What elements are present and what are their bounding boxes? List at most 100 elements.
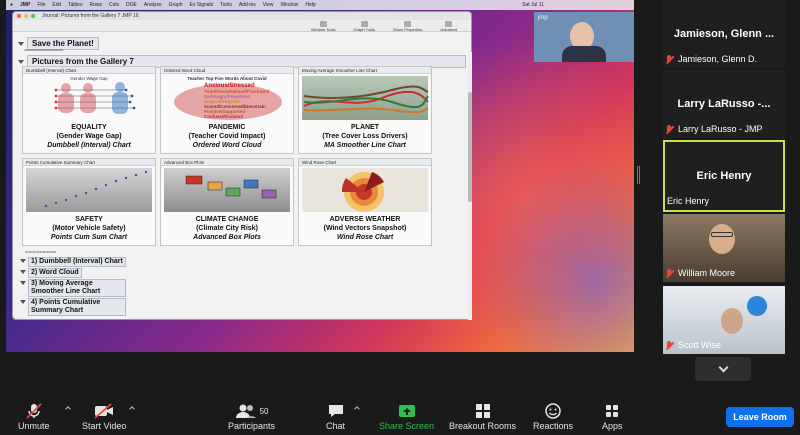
panel-caption: PLANET (Tree Cover Loss Drivers) MA Smoo…	[299, 123, 431, 150]
menu-item: DOE	[125, 2, 137, 8]
toolbar-label: Start Video	[82, 421, 127, 431]
participant-tile[interactable]: Jamieson, Glenn ... Jamieson, Glenn D.	[663, 0, 785, 68]
chat-icon	[327, 401, 345, 421]
wind-rose	[341, 172, 384, 212]
separator-text: =============	[24, 48, 64, 54]
participants-icon: 50	[235, 401, 269, 421]
chevron-up-icon[interactable]	[129, 406, 136, 412]
share-screen-button[interactable]: Share Screen	[379, 401, 434, 431]
toolbar-label: Apps	[602, 421, 623, 431]
presenter-logo: jmp	[538, 15, 548, 21]
toolbar-label: Participants	[228, 421, 276, 431]
menu-clock: Sat Jul 11	[522, 2, 544, 8]
muted-mic-icon	[665, 268, 674, 278]
participant-tile-active-speaker[interactable]: Eric Henry Eric Henry	[663, 140, 785, 212]
participant-name-large: Eric Henry	[696, 170, 752, 182]
show-more-tiles-button[interactable]	[695, 357, 751, 381]
panel-caption: ADVERSE WEATHER (Wind Vectors Snapshot) …	[299, 215, 431, 242]
muted-mic-icon	[665, 124, 674, 134]
menu-item: Edit	[52, 2, 61, 8]
caption-title: EQUALITY	[71, 124, 107, 131]
caption-subtitle: (Teacher Covid Impact)	[188, 133, 266, 140]
participant-tile[interactable]: Larry LaRusso -... Larry LaRusso - JMP	[663, 70, 785, 138]
meeting-toolbar: Unmute Start Video 50 Participants Chat	[0, 395, 800, 435]
outline-item-label: 4) Points Cumulative Summary Chart	[28, 298, 126, 316]
graph-tools: Graph Tools	[353, 21, 375, 32]
disclosure-icon	[20, 300, 26, 304]
menu-item: Window	[280, 2, 299, 8]
participant-label: William Moore	[665, 268, 735, 278]
toolbar-label: Unmute	[18, 421, 50, 431]
caption-chart-type: Dumbbell (Interval) Chart	[47, 142, 131, 149]
caption-subtitle: (Tree Cover Loss Drivers)	[322, 133, 408, 140]
menu-item: Tools	[220, 2, 232, 8]
gallery-panel-weather: Wind Rose Chart ADVERSE WEATHER (Wind Ve…	[298, 158, 432, 246]
dumbbell-figures	[54, 82, 136, 114]
close-icon	[17, 14, 21, 18]
caption-subtitle: (Gender Wage Gap)	[56, 133, 122, 140]
participant-name: William Moore	[678, 268, 736, 278]
menu-item: Ex Signals	[189, 2, 214, 8]
gallery-panel-safety: Points Cumulative Summary Chart SAFETY (…	[22, 158, 156, 246]
caption-chart-type: Ordered Word Cloud	[192, 142, 262, 149]
leave-room-button[interactable]: Leave Room	[726, 407, 794, 427]
outline-item-label: 1) Dumbbell (Interval) Chart	[28, 257, 126, 267]
participants-count: 50	[259, 406, 269, 416]
apple-icon: ●	[10, 2, 14, 8]
disclosure-icon	[18, 59, 24, 64]
toolbar-label: Reactions	[533, 421, 574, 431]
cum-sum-points	[44, 170, 148, 208]
breakout-rooms-button[interactable]: Breakout Rooms	[449, 401, 516, 431]
zoom-icon	[31, 14, 35, 18]
chevron-up-icon[interactable]	[64, 406, 71, 412]
outline-item-label: 3) Moving Average Smoother Line Chart	[28, 279, 126, 297]
mini-chart-title: Gender Wage Gap	[70, 76, 108, 81]
start-video-button[interactable]: Start Video	[82, 401, 136, 431]
participant-tile[interactable]: Scott Wise	[663, 286, 785, 354]
participant-label: Larry LaRusso - JMP	[665, 124, 763, 134]
smoother-lines	[303, 85, 429, 114]
participant-name-large: Larry LaRusso -...	[677, 98, 771, 110]
menu-item: File	[37, 2, 46, 8]
participant-name: Eric Henry	[667, 196, 710, 206]
caption-title: ADVERSE WEATHER	[329, 216, 401, 223]
disclosure-icon	[20, 281, 26, 285]
gallery-panel-equality: Dumbbell (Interval) Chart Gender Wage Ga…	[22, 66, 156, 154]
cum-sum-art	[26, 168, 152, 212]
reactions-icon	[544, 401, 562, 421]
video-off-icon	[93, 401, 115, 421]
word-list: Anxious/Stressed Tired/Overwhelmed/Frust…	[204, 83, 269, 119]
muted-mic-icon	[665, 54, 674, 64]
gallery-panel-climate: Advanced Box Plots CLIMATE CHANGE (Clima…	[160, 158, 294, 246]
apps-button[interactable]: Apps	[602, 401, 623, 431]
unmute-button[interactable]: Unmute	[18, 401, 71, 431]
wind-rose-art	[302, 168, 428, 212]
caption-title: PANDEMIC	[208, 124, 246, 131]
menu-item: Rows	[89, 2, 102, 8]
jmp-window-title: Journal: Pictures from the Gallery 7 JMP…	[42, 13, 139, 19]
caption-chart-type: Advanced Box Plots	[193, 234, 261, 241]
journal-outline-list: ========= 1) Dumbbell (Interval) Chart 2…	[20, 250, 126, 316]
separator-text: =========	[25, 250, 57, 256]
outline-item-label: 2) Word Cloud	[28, 268, 82, 278]
presenter-camera: jmp	[534, 12, 634, 62]
participant-name-large: Jamieson, Glenn ...	[673, 28, 775, 40]
reactions-button[interactable]: Reactions	[533, 401, 573, 431]
outline-list-item: 3) Moving Average Smoother Line Chart	[20, 279, 126, 297]
word-cloud-art: Teacher Top Five Words About Covid Anxio…	[164, 76, 290, 120]
chat-button[interactable]: Chat	[326, 401, 360, 431]
menu-item: Help	[305, 2, 316, 8]
caption-subtitle: (Motor Vehicle Safety)	[52, 225, 126, 232]
chevron-down-icon	[718, 362, 728, 372]
jmp-scrollbar	[468, 52, 472, 320]
outline-list-item: 1) Dumbbell (Interval) Chart	[20, 257, 126, 267]
participant-name: Jamieson, Glenn D.	[678, 54, 758, 64]
apps-icon	[603, 401, 621, 421]
resize-handle[interactable]	[637, 166, 640, 184]
participant-tile[interactable]: William Moore	[663, 214, 785, 282]
menu-item: Analyze	[143, 2, 162, 8]
chevron-up-icon[interactable]	[354, 406, 360, 412]
mini-chart-title: Teacher Top Five Words About Covid	[187, 76, 267, 81]
participants-button[interactable]: 50 Participants	[228, 401, 275, 431]
toolbar-label: Breakout Rooms	[449, 421, 517, 431]
